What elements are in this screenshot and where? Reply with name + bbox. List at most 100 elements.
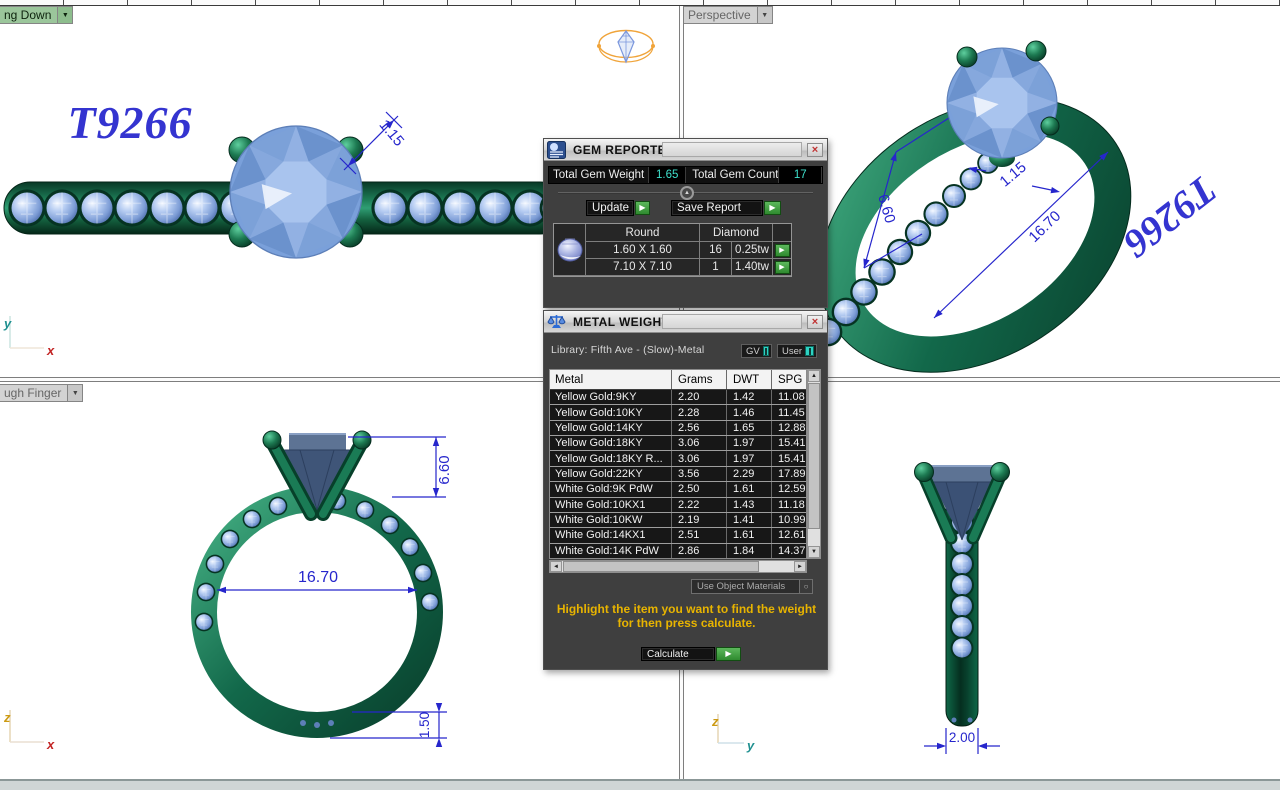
viewport-tab-looking-down[interactable]: ng Down ▼ [0, 6, 73, 24]
metal-name: Yellow Gold:14KY [550, 421, 672, 435]
chevron-down-icon[interactable]: ▼ [67, 385, 82, 401]
metal-row[interactable]: Yellow Gold:9KY 2.20 1.42 11.08 [550, 390, 806, 405]
metal-spg: 15.41 [772, 451, 806, 465]
metal-row[interactable]: White Gold:10KX1 2.22 1.43 11.18 [550, 498, 806, 513]
scrollbar-thumb[interactable] [563, 561, 759, 572]
dim-value: 2.00 [949, 730, 975, 745]
indicator-icon [763, 346, 769, 356]
viewport-tab-perspective[interactable]: Perspective ▼ [684, 6, 773, 24]
chevron-down-icon[interactable]: ▼ [57, 7, 72, 23]
metal-grams: 2.56 [672, 421, 727, 435]
gv-button[interactable]: GV [741, 344, 772, 358]
shape-header: Round [586, 224, 700, 242]
dim-value: 16.70 [298, 569, 338, 586]
viewport-tab-label: ng Down [0, 7, 57, 23]
scroll-up-icon[interactable]: ▲ [808, 370, 820, 382]
metal-spg: 14.37 [772, 544, 806, 558]
metal-grams: 2.22 [672, 498, 727, 512]
axis-gizmo: y x [3, 316, 55, 358]
row-go-icon[interactable]: ▶ [775, 261, 790, 274]
app-window: T9266 [0, 0, 1280, 790]
panel-title: GEM REPORTER [573, 143, 675, 157]
metal-weights-table: Metal Grams DWT SPG Yellow Gold:9KY 2.20… [549, 369, 807, 559]
save-report-go-icon[interactable]: ▶ [764, 201, 781, 215]
viewport-tab-label: Perspective [684, 7, 757, 23]
axis-y-label: y [3, 316, 12, 331]
metal-weights-panel: METAL WEIGHTS × Library: Fifth Ave - (Sl… [543, 310, 828, 670]
metal-name: Yellow Gold:9KY [550, 390, 672, 404]
chevron-down-icon[interactable]: ▼ [757, 7, 772, 23]
close-icon[interactable]: × [807, 315, 823, 329]
row-go-icon[interactable]: ▶ [775, 244, 790, 257]
wireframe-ring-icon [597, 31, 655, 63]
viewport-tab-through-finger[interactable]: ugh Finger ▼ [0, 384, 83, 402]
metal-weights-icon [547, 313, 566, 331]
user-label: User [782, 346, 802, 357]
col-grams: Grams [672, 370, 727, 389]
indicator-icon [805, 346, 814, 356]
gem-count: 1 [700, 259, 732, 276]
col-spg: SPG [772, 370, 806, 389]
use-object-materials-label: Use Object Materials [697, 581, 785, 592]
type-header: Diamond [700, 224, 773, 242]
ring-band-front [204, 499, 430, 725]
scroll-right-icon[interactable]: ► [794, 561, 806, 572]
metal-name: Yellow Gold:18KY [550, 436, 672, 450]
gem-reporter-titlebar[interactable]: GEM REPORTER × [544, 139, 827, 161]
metal-weights-titlebar[interactable]: METAL WEIGHTS × [544, 311, 827, 333]
metal-spg: 11.18 [772, 498, 806, 512]
toolbar-strip [0, 0, 1280, 6]
metal-row[interactable]: Yellow Gold:18KY R... 3.06 1.97 15.41 [550, 451, 806, 466]
gem-reporter-icon [547, 141, 566, 159]
metal-dwt: 1.97 [727, 451, 772, 465]
metal-row[interactable]: White Gold:10KW 2.19 1.41 10.99 [550, 513, 806, 528]
scroll-left-icon[interactable]: ◄ [550, 561, 562, 572]
titlebar-groove [662, 142, 802, 157]
dimension-shank-width: 2.00 [924, 728, 1000, 754]
user-button[interactable]: User [777, 344, 817, 358]
calculate-hint: Highlight the item you want to find the … [552, 603, 821, 630]
horizontal-scrollbar[interactable]: ◄ ► [549, 560, 807, 573]
metal-row[interactable]: White Gold:14K PdW 2.86 1.84 14.37 [550, 544, 806, 558]
axis-gizmo: z x [3, 710, 55, 752]
scroll-down-icon[interactable]: ▼ [808, 546, 820, 558]
total-gem-weight-label: Total Gem Weight [549, 169, 644, 181]
axis-x-label: x [46, 343, 55, 358]
save-report-button[interactable]: Save Report [671, 200, 763, 216]
library-label: Library: Fifth Ave - (Slow)-Metal [551, 344, 704, 356]
scrollbar-thumb[interactable] [808, 383, 820, 529]
axis-z-label: z [3, 710, 11, 725]
axis-x-label: x [46, 737, 55, 752]
gem-table: Round Diamond 1.60 X 1.60 16 0.25tw ▶ 7.… [553, 223, 792, 277]
close-icon[interactable]: × [807, 143, 823, 157]
viewport-tab-label: ugh Finger [0, 385, 67, 401]
col-dwt: DWT [727, 370, 772, 389]
gv-label: GV [746, 346, 760, 357]
center-stone-side [915, 463, 1010, 541]
collapse-button[interactable]: ▲ [680, 186, 694, 200]
metal-row[interactable]: Yellow Gold:14KY 2.56 1.65 12.88 [550, 421, 806, 436]
vertical-scrollbar[interactable]: ▲ ▼ [807, 369, 821, 559]
radio-icon[interactable]: ○ [799, 580, 812, 593]
metal-dwt: 2.29 [727, 467, 772, 481]
metal-row[interactable]: Yellow Gold:18KY 3.06 1.97 15.41 [550, 436, 806, 451]
metal-name: White Gold:10KW [550, 513, 672, 527]
col-metal: Metal [550, 370, 672, 389]
update-button[interactable]: Update [586, 200, 634, 216]
dim-value: 1.50 [417, 712, 432, 738]
metal-row[interactable]: Yellow Gold:22KY 3.56 2.29 17.89 [550, 467, 806, 482]
use-object-materials-button[interactable]: Use Object Materials ○ [691, 579, 813, 594]
metal-row[interactable]: Yellow Gold:10KY 2.28 1.46 11.45 [550, 405, 806, 420]
metal-row[interactable]: White Gold:9K PdW 2.50 1.61 12.59 [550, 482, 806, 497]
metal-spg: 15.41 [772, 436, 806, 450]
calculate-go-icon[interactable]: ▶ [716, 647, 741, 661]
gem-row-action[interactable]: ▶ [773, 242, 791, 259]
gem-row-action[interactable]: ▶ [773, 259, 791, 276]
metal-grams: 3.06 [672, 451, 727, 465]
axis-gizmo: z y [711, 714, 755, 753]
calculate-button[interactable]: Calculate [641, 647, 715, 661]
metal-row[interactable]: White Gold:14KX1 2.51 1.61 12.61 [550, 528, 806, 543]
update-go-icon[interactable]: ▶ [635, 201, 650, 215]
metal-name: White Gold:14K PdW [550, 544, 672, 558]
axis-z-label: z [711, 714, 719, 729]
